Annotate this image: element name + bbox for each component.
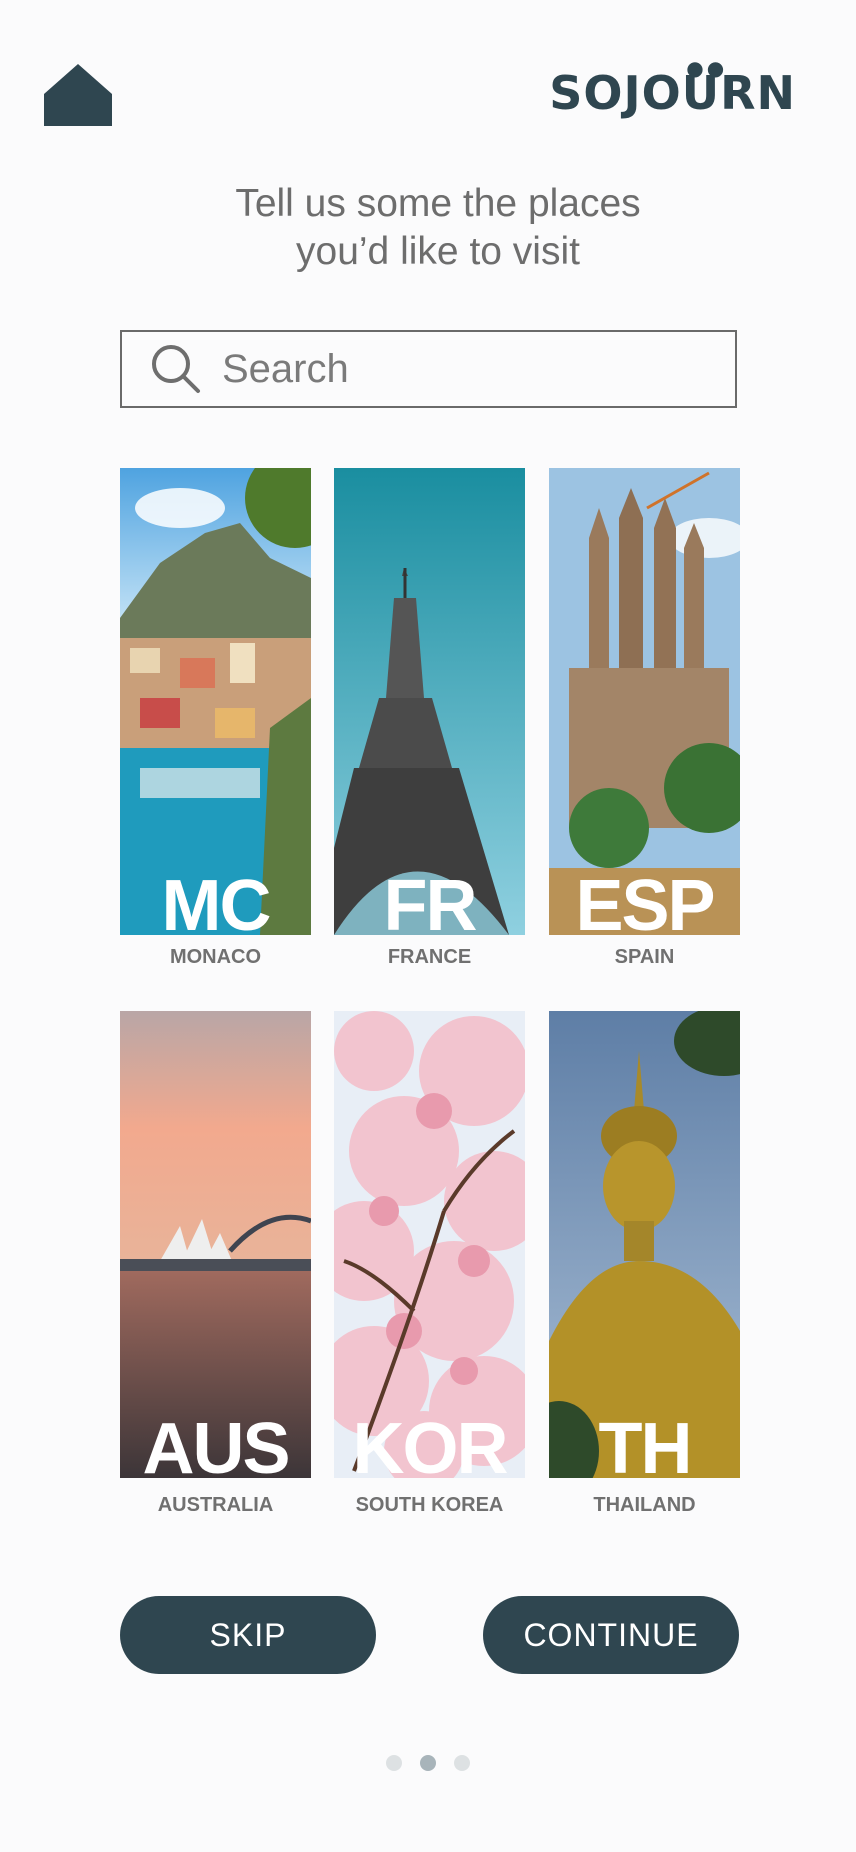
continue-button[interactable]: CONTINUE	[483, 1596, 739, 1674]
skip-button[interactable]: SKIP	[120, 1596, 376, 1674]
destination-code: AUS	[142, 1409, 290, 1478]
destination-code: FR	[383, 866, 478, 935]
destination-code: TH	[598, 1409, 693, 1478]
destination-card-south-korea[interactable]: KOR	[334, 1011, 525, 1478]
headline-line-1: Tell us some the places	[235, 182, 641, 225]
search-input[interactable]	[220, 345, 704, 393]
page-dot-3[interactable]	[454, 1755, 470, 1771]
search-icon	[152, 345, 200, 393]
destination-name: SPAIN	[614, 946, 675, 968]
search-bar[interactable]	[120, 330, 737, 408]
destination-card-monaco[interactable]: MC	[120, 468, 311, 935]
headline-line-2: you’d like to visit	[296, 230, 580, 273]
destination-name: MONACO	[169, 946, 262, 968]
destination-card-australia[interactable]: AUS	[120, 1011, 311, 1478]
destination-card-thailand[interactable]: TH	[549, 1011, 740, 1478]
pagination-dots	[386, 1755, 470, 1771]
destination-code: ESP	[575, 866, 715, 935]
destination-name: FRANCE	[387, 946, 472, 968]
destination-code: MC	[161, 866, 272, 935]
page-dot-2-active[interactable]	[420, 1755, 436, 1771]
destination-card-spain[interactable]: ESP	[549, 468, 740, 935]
destination-code: KOR	[352, 1409, 509, 1478]
page-dot-1[interactable]	[386, 1755, 402, 1771]
destination-name: AUSTRALIA	[157, 1494, 274, 1516]
home-icon[interactable]	[44, 64, 112, 126]
destination-card-france[interactable]: FR	[334, 468, 525, 935]
destination-name: THAILAND	[593, 1494, 696, 1516]
destination-name: SOUTH KOREA	[355, 1494, 504, 1516]
logo-umlaut: ●●	[686, 56, 728, 80]
page-title: Tell us some the places you’d like to vi…	[0, 180, 856, 276]
brand-logo: SOJOURN ●●	[549, 56, 796, 120]
brand-name: SOJOURN	[549, 66, 796, 120]
